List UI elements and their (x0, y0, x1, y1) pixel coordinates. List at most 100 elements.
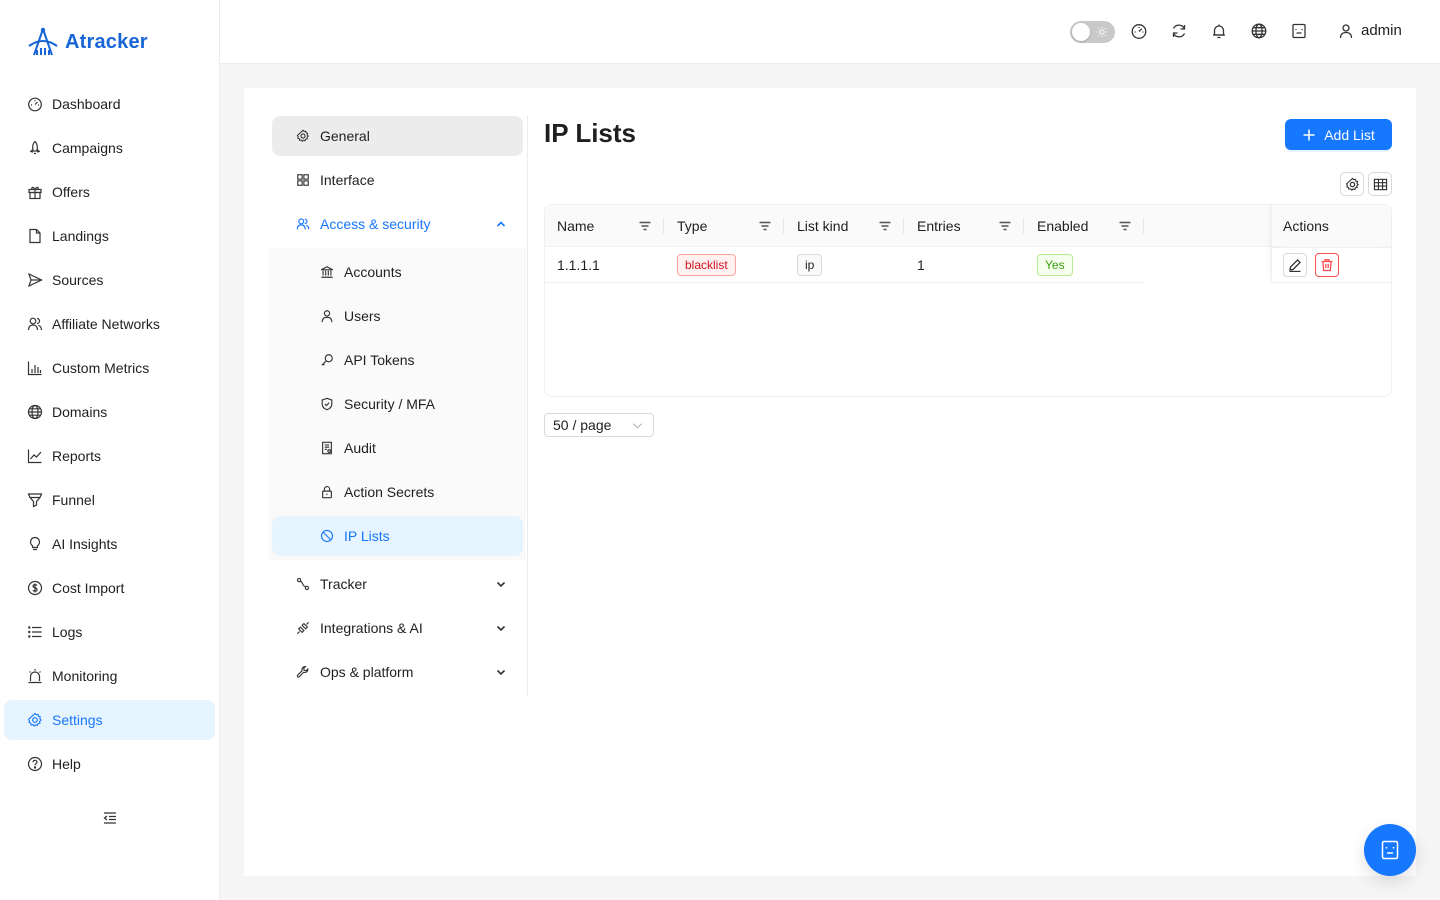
refresh-icon[interactable] (1170, 22, 1188, 40)
type-tag: blacklist (677, 254, 736, 276)
assistant-float-button[interactable] (1364, 824, 1416, 876)
edit-button[interactable] (1283, 253, 1307, 277)
audit-icon (322, 441, 332, 455)
sun-icon (1096, 26, 1108, 38)
nav-item-sources[interactable]: Sources (4, 260, 215, 300)
column-header-enabled: Enabled (1037, 205, 1147, 247)
menu-fold-icon[interactable] (101, 809, 119, 827)
nav-label: Monitoring (52, 668, 118, 684)
username: admin (1361, 22, 1402, 39)
column-label: Name (557, 218, 595, 234)
file-icon (29, 228, 41, 244)
enabled-tag: Yes (1037, 254, 1073, 276)
globe-icon[interactable] (1250, 22, 1268, 40)
nav-label: Dashboard (52, 96, 121, 112)
page-size-select[interactable]: 50 / page (544, 413, 654, 437)
nav-item-offers[interactable]: Offers (4, 172, 215, 212)
column-header-entries: Entries (917, 205, 1027, 247)
nav-label: Reports (52, 448, 102, 464)
column-divider (1023, 218, 1024, 234)
app-name: Atracker (65, 30, 148, 53)
theme-toggle[interactable] (1070, 21, 1115, 43)
nav-item-domains[interactable]: Domains (4, 392, 215, 432)
nav-label: Cost Import (52, 580, 125, 596)
nav-item-ai-insights[interactable]: AI Insights (4, 524, 215, 564)
settings-item-general[interactable]: General (272, 116, 523, 156)
settings-group-access-security[interactable]: Access & security (272, 204, 523, 244)
nav-label: Sources (52, 272, 104, 288)
table-density-button[interactable] (1368, 172, 1392, 196)
column-divider (663, 218, 664, 234)
nav-item-funnel[interactable]: Funnel (4, 480, 215, 520)
filter-icon[interactable] (638, 219, 652, 233)
nav-item-monitoring[interactable]: Monitoring (4, 656, 215, 696)
api-icon (296, 621, 310, 635)
add-list-button[interactable]: Add List (1285, 119, 1392, 150)
rocket-icon (29, 140, 41, 155)
nav-item-affiliate-networks[interactable]: Affiliate Networks (4, 304, 215, 344)
settings-item-users[interactable]: Users (272, 296, 523, 336)
user-icon (321, 310, 333, 323)
send-icon (27, 272, 43, 288)
settings-label: Accounts (344, 264, 402, 280)
settings-item-security-mfa[interactable]: Security / MFA (272, 384, 523, 424)
speedometer-icon[interactable] (1130, 22, 1148, 40)
user-menu[interactable]: admin (1338, 22, 1402, 39)
globe-icon (27, 404, 43, 420)
delete-button[interactable] (1315, 253, 1339, 277)
settings-label: Action Secrets (344, 484, 435, 500)
column-label: Type (677, 218, 708, 234)
nav-item-help[interactable]: Help (4, 744, 215, 784)
shield-check-icon (321, 397, 333, 411)
settings-item-api-tokens[interactable]: API Tokens (272, 340, 523, 380)
nav-item-cost-import[interactable]: Cost Import (4, 568, 215, 608)
settings-group-ops-platform[interactable]: Ops & platform (272, 652, 523, 692)
nav-item-logs[interactable]: Logs (4, 612, 215, 652)
nav-item-settings[interactable]: Settings (4, 700, 215, 740)
nav-item-landings[interactable]: Landings (4, 216, 215, 256)
settings-item-action-secrets[interactable]: Action Secrets (272, 472, 523, 512)
nav-label: AI Insights (52, 536, 118, 552)
nav-item-reports[interactable]: Reports (4, 436, 215, 476)
nav-item-dashboard[interactable]: Dashboard (4, 84, 215, 124)
logo[interactable]: Atracker (26, 26, 148, 58)
settings-item-audit[interactable]: Audit (272, 428, 523, 468)
robot-icon[interactable] (1290, 22, 1308, 40)
table-row[interactable]: 1.1.1.1 blacklist ip 1 Yes (545, 247, 1145, 283)
line-chart-icon (27, 449, 42, 464)
sidebar: Atracker Dashboard Campaigns Offers Land… (0, 0, 220, 900)
filter-icon[interactable] (1118, 219, 1132, 233)
chevron-up-icon (496, 221, 506, 227)
gift-icon (28, 186, 42, 200)
filter-icon[interactable] (758, 219, 772, 233)
cell-list-kind: ip (797, 247, 823, 283)
table-icon (1373, 178, 1387, 190)
filter-icon[interactable] (878, 219, 892, 233)
nav-item-custom-metrics[interactable]: Custom Metrics (4, 348, 215, 388)
bell-icon[interactable] (1210, 22, 1228, 40)
lock-icon (322, 486, 332, 499)
table-header: Name Type List kind Entries Enabled (545, 205, 1391, 247)
settings-item-accounts[interactable]: Accounts (272, 252, 523, 292)
alarm-icon (28, 669, 42, 684)
settings-label: Security / MFA (344, 396, 436, 412)
nav-item-campaigns[interactable]: Campaigns (4, 128, 215, 168)
settings-item-interface[interactable]: Interface (272, 160, 523, 200)
nav-label: Logs (52, 624, 83, 640)
toggle-knob (1072, 23, 1090, 41)
settings-label: Audit (344, 440, 376, 456)
settings-label: Access & security (320, 216, 431, 232)
list-icon (28, 626, 42, 638)
nav-label: Funnel (52, 492, 95, 508)
gear-icon (27, 712, 42, 727)
settings-group-tracker[interactable]: Tracker (272, 564, 523, 604)
nav-label: Custom Metrics (52, 360, 150, 376)
filter-icon[interactable] (998, 219, 1012, 233)
column-divider (903, 218, 904, 234)
table-settings-button[interactable] (1340, 172, 1364, 196)
nav-label: Campaigns (52, 140, 123, 156)
settings-group-integrations-ai[interactable]: Integrations & AI (272, 608, 523, 648)
delete-icon (1321, 259, 1333, 272)
settings-item-ip-lists[interactable]: IP Lists (272, 516, 523, 556)
bulb-icon (29, 536, 41, 551)
